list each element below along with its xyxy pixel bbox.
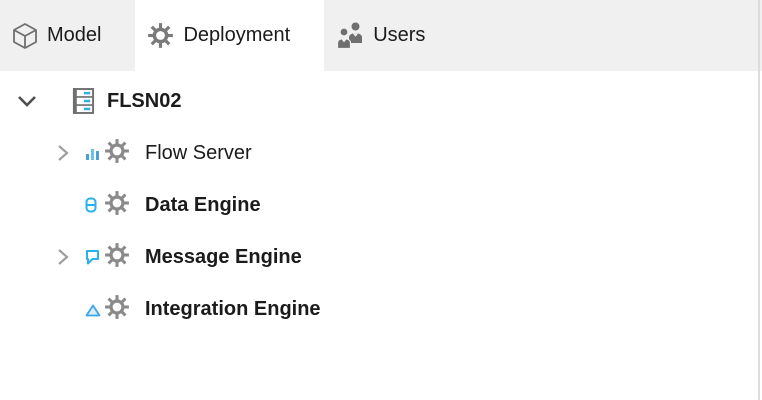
tree-item-data-engine[interactable]: Data Engine <box>0 179 762 231</box>
tab-deployment[interactable]: Deployment <box>135 0 325 71</box>
cube-icon <box>12 22 38 50</box>
tree-item-flsn02[interactable]: FLSN02 <box>0 75 762 127</box>
window-right-border <box>758 0 760 400</box>
gear-icon <box>104 294 130 326</box>
tab-label: Deployment <box>183 24 291 46</box>
tab-users[interactable]: Users <box>324 0 459 71</box>
triangle-glyph <box>85 300 101 323</box>
tree-item-integration-engine[interactable]: Integration Engine <box>0 283 762 335</box>
server-icon <box>72 87 95 115</box>
gear-icon <box>147 22 174 49</box>
tree-item-label: Integration Engine <box>145 297 321 320</box>
tree-item-label: Flow Server <box>145 141 252 164</box>
tree-item-message-engine[interactable]: Message Engine <box>0 231 762 283</box>
tab-model[interactable]: Model <box>0 0 135 71</box>
users-icon <box>336 22 364 49</box>
database-gear-icon <box>85 190 130 220</box>
integration-gear-icon <box>85 294 130 324</box>
chevron-right-icon[interactable] <box>57 248 71 266</box>
chevron-right-icon[interactable] <box>57 144 71 162</box>
message-gear-icon <box>85 242 130 272</box>
deployment-tree: FLSN02 Flow Server Data Engine Message E… <box>0 71 762 335</box>
bar-chart-glyph <box>85 144 101 167</box>
tree-item-label: FLSN02 <box>107 89 182 112</box>
speech-bubble-glyph <box>85 248 100 271</box>
flow-stats-gear-icon <box>85 138 130 168</box>
tab-bar: Model Deployment Users <box>0 0 762 71</box>
tree-item-label: Message Engine <box>145 245 302 268</box>
tab-label: Model <box>47 24 102 46</box>
app-window: Model Deployment Users FLSN02 Flow Serve… <box>0 0 762 400</box>
tree-item-flow-server[interactable]: Flow Server <box>0 127 762 179</box>
gear-icon <box>104 138 130 170</box>
gear-icon <box>104 190 130 222</box>
chevron-down-icon[interactable] <box>17 95 37 107</box>
tree-item-label: Data Engine <box>145 193 261 216</box>
tab-label: Users <box>373 24 426 46</box>
database-glyph <box>85 196 97 219</box>
gear-icon <box>104 242 130 274</box>
